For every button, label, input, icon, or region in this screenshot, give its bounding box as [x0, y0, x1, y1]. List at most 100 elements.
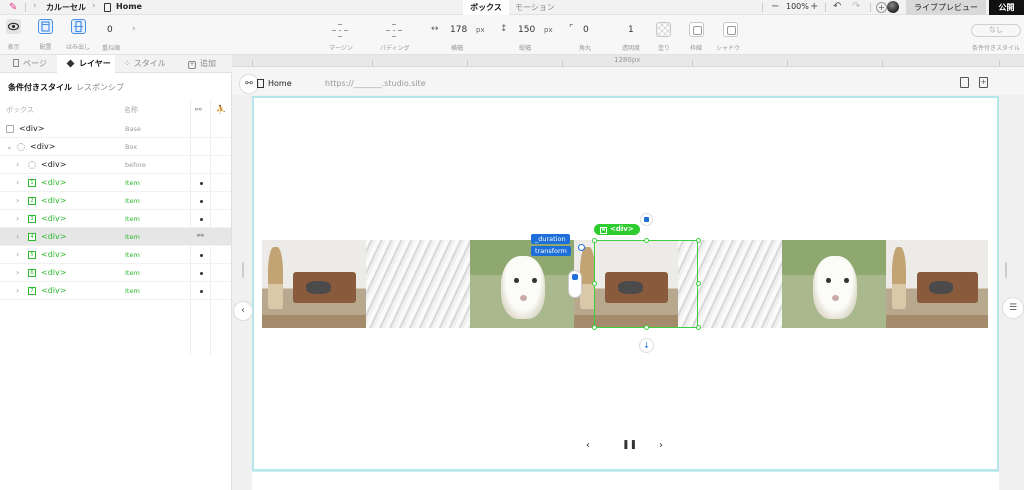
selection-label[interactable]: 4 <div>: [594, 224, 640, 235]
ruler-tick: [467, 60, 468, 67]
redo-icon[interactable]: ↷: [852, 1, 860, 12]
chevron-right-icon[interactable]: ›: [16, 268, 19, 277]
add-collaborator-icon[interactable]: +: [876, 2, 887, 13]
layout-control[interactable]: 配置: [38, 19, 53, 51]
list-item[interactable]: › 7 <div> Item: [0, 282, 231, 300]
layer-tag: <div>: [41, 268, 67, 277]
ruler: 1280px: [232, 55, 1024, 67]
add-page-icon[interactable]: +: [979, 77, 988, 88]
tab-add[interactable]: + 追加: [173, 55, 232, 73]
layer-name: Item: [125, 287, 140, 295]
carousel-image-sofa[interactable]: [262, 240, 366, 328]
width-value[interactable]: 178: [450, 25, 467, 35]
motion-icon[interactable]: [640, 213, 653, 226]
list-item[interactable]: › 2 <div> Item: [0, 192, 231, 210]
resize-handle[interactable]: [696, 238, 701, 243]
publish-button[interactable]: 公開: [989, 0, 1024, 15]
list-item[interactable]: › 3 <div> Item: [0, 210, 231, 228]
shadow-swatch[interactable]: [723, 22, 738, 37]
motion-handle[interactable]: [568, 270, 582, 298]
overflow-control[interactable]: はみ出し: [66, 19, 90, 51]
list-item[interactable]: ⌄ <div> Box: [0, 138, 231, 156]
list-item[interactable]: › 5 <div> Item: [0, 246, 231, 264]
layer-tag: <div>: [41, 250, 67, 259]
pin-icon[interactable]: [578, 244, 585, 251]
tab-style[interactable]: ⁘ スタイル: [115, 55, 173, 73]
resize-handle[interactable]: [644, 238, 649, 243]
project-name[interactable]: カルーセル: [46, 2, 86, 13]
link-dot: [200, 254, 203, 257]
pen-icon[interactable]: ✎: [9, 2, 17, 13]
zoom-out-icon[interactable]: −: [771, 1, 779, 12]
tab-box[interactable]: ボックス: [463, 0, 509, 15]
chevron-right-icon[interactable]: ›: [16, 214, 19, 223]
list-item-selected[interactable]: › 4 <div> Item ⚯: [0, 228, 231, 246]
carousel-image-sofa[interactable]: [886, 240, 988, 328]
checkbox-icon[interactable]: [6, 125, 14, 133]
arrow-down-icon[interactable]: ↓: [639, 338, 654, 353]
pause-icon[interactable]: ❚❚: [622, 440, 637, 450]
chevron-down-icon[interactable]: ⌄: [6, 142, 13, 151]
chevron-right-icon[interactable]: ›: [16, 196, 19, 205]
chevron-right-icon[interactable]: ›: [16, 178, 19, 187]
chevron-right-icon[interactable]: ›: [16, 250, 19, 259]
resize-handle[interactable]: [592, 238, 597, 243]
resize-handle[interactable]: [696, 281, 701, 286]
carousel-image-sheep[interactable]: [782, 240, 886, 328]
list-item[interactable]: <div> Base: [0, 120, 231, 138]
chevron-right-icon[interactable]: ›: [659, 440, 663, 451]
fill-swatch[interactable]: [656, 22, 671, 37]
live-preview-button[interactable]: ライブプレビュー: [906, 0, 986, 15]
anim-tag-duration[interactable]: _duration: [531, 234, 570, 244]
tab-pages[interactable]: ページ: [0, 55, 57, 73]
resize-handle[interactable]: [696, 325, 701, 330]
page-url[interactable]: https://_______.studio.site: [325, 79, 426, 88]
resize-handle[interactable]: [1005, 262, 1007, 278]
list-item[interactable]: › 6 <div> Item: [0, 264, 231, 282]
subtab-responsive[interactable]: レスポンシブ: [76, 82, 124, 93]
list-item[interactable]: › <div> before: [0, 156, 231, 174]
height-unit[interactable]: px: [544, 26, 553, 34]
item-number-icon: 7: [28, 287, 36, 295]
resize-handle[interactable]: [644, 325, 649, 330]
menu-icon[interactable]: ☰: [1002, 297, 1024, 319]
radius-value[interactable]: 0: [583, 25, 589, 35]
link-icon[interactable]: ⚯: [239, 74, 259, 94]
undo-icon[interactable]: ↶: [833, 1, 841, 12]
link-icon[interactable]: ⚯: [197, 231, 204, 240]
tab-layers[interactable]: レイヤー: [57, 55, 115, 73]
chevron-right-icon[interactable]: ›: [16, 286, 19, 295]
overflow-label: はみ出し: [66, 44, 91, 51]
width-unit[interactable]: px: [476, 26, 485, 34]
selection-box[interactable]: [594, 240, 698, 328]
chevron-left-icon[interactable]: ‹: [586, 440, 590, 451]
avatar[interactable]: [887, 1, 899, 13]
carousel-image-wave[interactable]: [366, 240, 470, 328]
collapse-panel-button[interactable]: ‹: [233, 301, 253, 321]
z-index-value[interactable]: 0: [107, 25, 113, 35]
opacity-value[interactable]: 1: [628, 25, 634, 35]
tab-motion[interactable]: モーション: [509, 0, 561, 15]
top-bar: ✎ › カルーセル › Home ボックス モーション − 100% + ↶ ↷…: [0, 0, 1024, 15]
list-item[interactable]: › 1 <div> Item: [0, 174, 231, 192]
height-value[interactable]: 150: [518, 25, 535, 35]
padding-icon[interactable]: [386, 24, 402, 38]
page-frame[interactable]: 4 <div> _duration transform ↓ ‹ ❚❚ ›: [252, 96, 999, 471]
resize-handle[interactable]: [242, 262, 244, 278]
zoom-in-icon[interactable]: +: [810, 1, 818, 12]
height-arrows-icon: ↕: [500, 24, 508, 34]
chevron-right-icon[interactable]: ›: [16, 232, 19, 241]
display-control[interactable]: 表示: [6, 19, 21, 51]
chevron-right-icon[interactable]: ›: [16, 160, 19, 169]
selection-tag: <div>: [610, 225, 634, 233]
resize-handle[interactable]: [592, 325, 597, 330]
anim-tag-transform[interactable]: transform: [531, 246, 571, 256]
copy-page-icon[interactable]: [960, 77, 969, 88]
resize-handle[interactable]: [592, 281, 597, 286]
margin-icon[interactable]: [332, 24, 348, 38]
border-swatch[interactable]: [689, 22, 704, 37]
subtab-conditional-style[interactable]: 条件付きスタイル: [8, 82, 72, 93]
chevron-right-icon[interactable]: ›: [132, 24, 136, 34]
conditional-style-button[interactable]: なし: [971, 24, 1021, 37]
page-name[interactable]: Home: [116, 2, 142, 11]
